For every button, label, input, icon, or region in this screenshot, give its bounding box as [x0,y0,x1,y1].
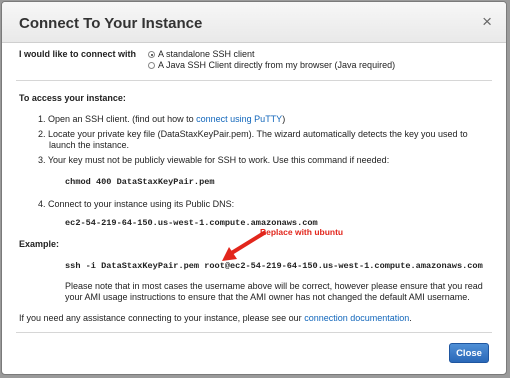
radio-button-java[interactable] [148,62,155,69]
step-1-suffix: ) [282,114,286,124]
step-2-number: 2. [38,129,46,139]
step-1-text: Open an SSH client. (find out how to [48,114,194,124]
assistance-suffix: . [409,313,412,323]
connect-with-label: I would like to connect with [19,49,137,59]
example-command: ssh -i DataStaxKeyPair.pem root@ec2-54-2… [65,261,483,271]
annotation-text: Replace with ubuntu [260,227,344,237]
step-3-number: 3. [38,155,46,165]
radio-option-standalone[interactable]: A standalone SSH client [148,49,255,59]
chmod-command: chmod 400 DataStaxKeyPair.pem [65,177,215,187]
dialog-header: Connect To Your Instance × [2,2,506,43]
red-arrow-icon [222,231,266,261]
radio-label-java: A Java SSH Client directly from my brows… [158,60,396,70]
assistance-text: If you need any assistance connecting to… [19,313,412,323]
step-4: 4. Connect to your instance using its Pu… [38,199,234,209]
dialog-title: Connect To Your Instance [19,15,203,32]
close-button[interactable]: Close [449,343,489,363]
username-note-line2: your AMI usage instructions to ensure th… [65,292,470,302]
step-3-text: Your key must not be publicly viewable f… [47,155,390,165]
radio-label-standalone: A standalone SSH client [158,49,255,59]
step-1: 1. Open an SSH client. (find out how to … [38,114,285,124]
step-4-text: Connect to your instance using its Publi… [48,199,235,209]
putty-link[interactable]: connect using PuTTY [196,114,282,124]
example-heading: Example: [19,239,60,249]
radio-option-java[interactable]: A Java SSH Client directly from my brows… [148,60,395,70]
divider [16,80,492,81]
close-icon[interactable]: × [482,12,492,32]
step-1-number: 1. [38,114,46,124]
radio-button-standalone[interactable] [148,51,155,58]
assistance-text-body: If you need any assistance connecting to… [19,313,302,323]
step-4-number: 4. [38,199,46,209]
connection-documentation-link[interactable]: connection documentation [304,313,409,323]
username-note-line1: Please note that in most cases the usern… [65,281,483,291]
access-heading: To access your instance: [19,93,126,103]
footer-divider [16,332,492,333]
step-2: 2. Locate your private key file (DataSta… [38,129,468,139]
step-2-text-line1: Locate your private key file (DataStaxKe… [48,129,468,139]
step-3: 3. Your key must not be publicly viewabl… [38,155,389,165]
step-2-text-line2: launch the instance. [49,140,130,150]
connect-dialog: Connect To Your Instance × I would like … [1,1,507,375]
